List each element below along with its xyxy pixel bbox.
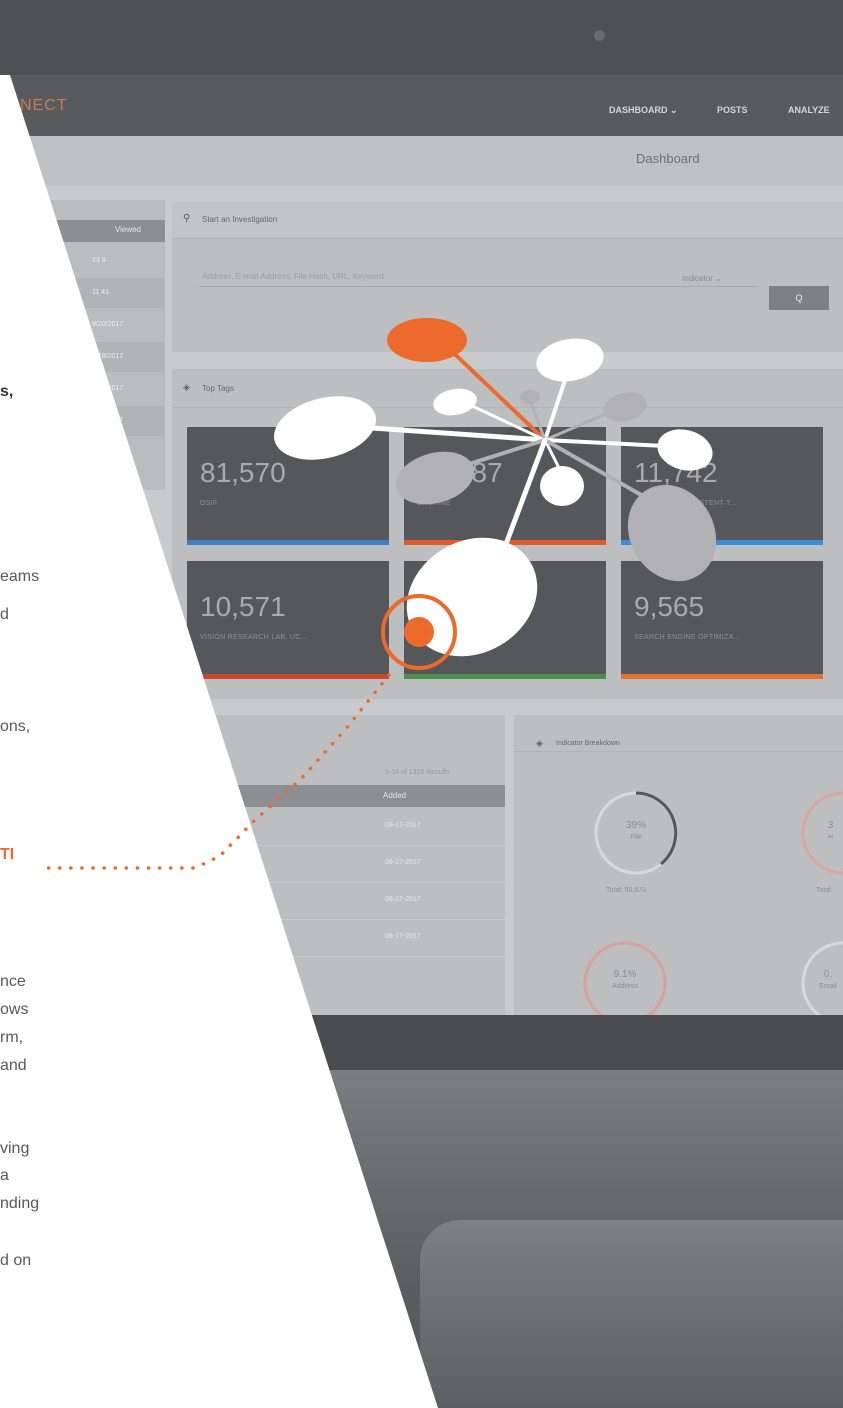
node (536, 338, 604, 382)
node (433, 388, 477, 416)
node-orange (387, 318, 467, 362)
node (274, 396, 376, 460)
edge (543, 438, 667, 448)
node (657, 429, 713, 471)
node (395, 451, 475, 505)
node (520, 390, 540, 404)
node (540, 466, 584, 506)
edge (369, 425, 548, 443)
target-dot (404, 617, 434, 647)
edge (497, 437, 548, 563)
network-graph-icon (38, 318, 717, 870)
dotted-connector (193, 673, 391, 870)
node (603, 392, 647, 422)
